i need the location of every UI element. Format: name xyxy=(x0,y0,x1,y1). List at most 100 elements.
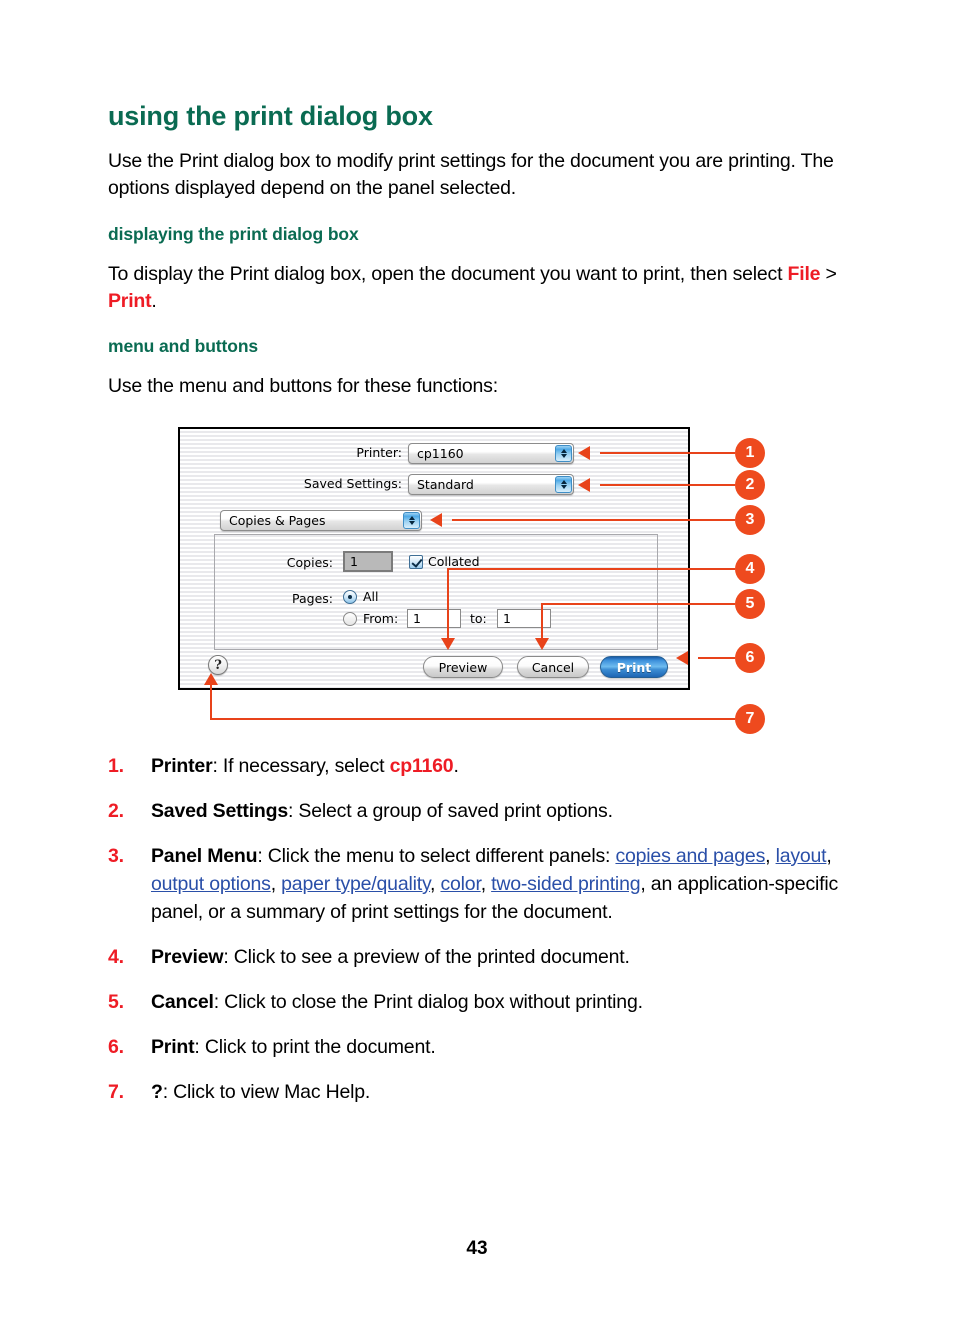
print-button[interactable]: Print xyxy=(600,656,668,678)
callout-6: 6 xyxy=(735,643,765,673)
callout-1: 1 xyxy=(735,438,765,468)
leader-arrow-3 xyxy=(430,513,442,527)
list-item: 6. Print: Click to print the document. xyxy=(108,1033,848,1061)
leader-line-3 xyxy=(452,519,735,521)
list-item-text: : Click the menu to select different pan… xyxy=(257,845,616,867)
pages-all-radio[interactable] xyxy=(343,590,357,604)
list-item-term: Printer xyxy=(151,755,213,777)
link-output-options[interactable]: output options xyxy=(151,873,271,895)
list-item-term: Preview xyxy=(151,946,224,968)
chevron-updown-icon[interactable] xyxy=(555,445,572,462)
leader-line-7-vertical xyxy=(210,684,212,719)
list-item-text-end: . xyxy=(453,755,459,777)
pages-to-label: to: xyxy=(470,611,487,626)
saved-settings-value: Standard xyxy=(417,477,474,492)
link-copies-and-pages[interactable]: copies and pages xyxy=(615,845,765,867)
leader-arrow-4 xyxy=(441,638,455,650)
copies-input[interactable]: 1 xyxy=(343,551,393,572)
leader-line-4-vertical xyxy=(447,568,449,640)
panel-menu-select[interactable]: Copies & Pages xyxy=(220,510,422,531)
list-item-term: Print xyxy=(151,1036,195,1058)
displaying-paragraph: To display the Print dialog box, open th… xyxy=(108,261,848,315)
help-button[interactable]: ? xyxy=(208,655,228,675)
cancel-button[interactable]: Cancel xyxy=(517,656,589,678)
menu-buttons-paragraph: Use the menu and buttons for these funct… xyxy=(108,375,498,397)
list-item-text: : Click to close the Print dialog box wi… xyxy=(213,991,643,1013)
list-item-term: Saved Settings xyxy=(151,800,288,822)
link-layout[interactable]: layout xyxy=(776,845,827,867)
printer-row: Printer: xyxy=(340,445,402,460)
preview-button[interactable]: Preview xyxy=(423,656,503,678)
list-item-text: : Click to view Mac Help. xyxy=(162,1081,371,1103)
mac-print-dialog: Printer: cp1160 Saved Settings: Standard… xyxy=(178,427,690,690)
list-item-text: : If necessary, select xyxy=(212,755,390,777)
pages-all-label: All xyxy=(363,589,379,604)
list-item: 1. Printer: If necessary, select cp1160. xyxy=(108,752,848,780)
link-paper-type-quality[interactable]: paper type/quality xyxy=(281,873,430,895)
copies-and-pages-panel: Copies: 1 Collated Pages: All From: 1 to… xyxy=(214,534,658,650)
pages-from-input[interactable]: 1 xyxy=(407,609,461,628)
numbered-instruction-list: 1. Printer: If necessary, select cp1160. … xyxy=(108,752,848,1123)
leader-line-4-horizontal xyxy=(447,568,735,570)
list-item-number: 1. xyxy=(108,755,124,777)
list-item: 7.?: Click to view Mac Help. xyxy=(108,1078,848,1106)
list-item: 3. Panel Menu: Click the menu to select d… xyxy=(108,842,848,926)
leader-arrow-1 xyxy=(578,446,590,460)
copies-label: Copies: xyxy=(286,555,333,570)
leader-arrow-7 xyxy=(204,673,218,685)
list-item-term: Panel Menu xyxy=(151,845,258,867)
printer-select[interactable]: cp1160 xyxy=(408,443,574,464)
list-item-term: Cancel xyxy=(151,991,214,1013)
pages-to-value: 1 xyxy=(503,611,511,626)
page-title: using the print dialog box xyxy=(108,101,433,131)
leader-line-5-vertical xyxy=(541,603,543,640)
panel-menu-value: Copies & Pages xyxy=(229,513,326,528)
chevron-updown-icon[interactable] xyxy=(403,512,420,529)
list-item-number: 7. xyxy=(108,1081,124,1103)
collated-checkbox[interactable] xyxy=(409,555,423,569)
menu-file-label: File xyxy=(787,263,821,285)
list-item-text: : Click to see a preview of the printed … xyxy=(223,946,630,968)
printer-label: Printer: xyxy=(356,445,402,460)
leader-arrow-6 xyxy=(676,651,688,665)
intro-paragraph: Use the Print dialog box to modify print… xyxy=(108,150,834,199)
link-two-sided-printing[interactable]: two-sided printing xyxy=(491,873,640,895)
leader-line-1 xyxy=(600,452,735,454)
document-page: using the print dialog box Use the Print… xyxy=(0,0,954,1321)
pages-from-value: 1 xyxy=(413,611,421,626)
saved-settings-label: Saved Settings: xyxy=(303,476,402,491)
pages-label: Pages: xyxy=(292,591,333,606)
list-item: 2. Saved Settings: Select a group of save… xyxy=(108,797,848,825)
list-item-number: 6. xyxy=(108,1036,124,1058)
link-color[interactable]: color xyxy=(440,873,480,895)
callout-5: 5 xyxy=(735,589,765,619)
saved-settings-row: Saved Settings: xyxy=(298,476,402,491)
list-item-text: : Select a group of saved print options. xyxy=(288,800,613,822)
list-item: 5. Cancel: Click to close the Print dialo… xyxy=(108,988,848,1016)
menu-separator: > xyxy=(820,263,837,285)
list-item-number: 5. xyxy=(108,991,124,1013)
section-heading-menu-buttons: menu and buttons xyxy=(108,336,259,356)
printer-value: cp1160 xyxy=(417,446,464,461)
list-item-number: 3. xyxy=(108,845,124,867)
list-item: 4. Preview: Click to see a preview of the… xyxy=(108,943,848,971)
pages-from-radio[interactable] xyxy=(343,612,357,626)
leader-line-6 xyxy=(698,657,735,659)
displaying-text-after: . xyxy=(151,290,157,312)
copies-value: 1 xyxy=(350,554,358,569)
callout-4: 4 xyxy=(735,554,765,584)
collated-label: Collated xyxy=(428,554,480,569)
displaying-text-before: To display the Print dialog box, open th… xyxy=(108,263,788,285)
leader-arrow-5 xyxy=(535,638,549,650)
list-item-number: 2. xyxy=(108,800,124,822)
list-item-term: ? xyxy=(151,1081,163,1103)
list-item-number: 4. xyxy=(108,946,124,968)
saved-settings-select[interactable]: Standard xyxy=(408,474,574,495)
section-heading-displaying: displaying the print dialog box xyxy=(108,224,359,244)
callout-3: 3 xyxy=(735,505,765,535)
pages-from-label: From: xyxy=(363,611,399,626)
chevron-updown-icon[interactable] xyxy=(555,476,572,493)
leader-line-7-horizontal xyxy=(210,718,735,720)
list-item-emphasis: cp1160 xyxy=(389,755,454,777)
list-item-text: : Click to print the document. xyxy=(194,1036,436,1058)
